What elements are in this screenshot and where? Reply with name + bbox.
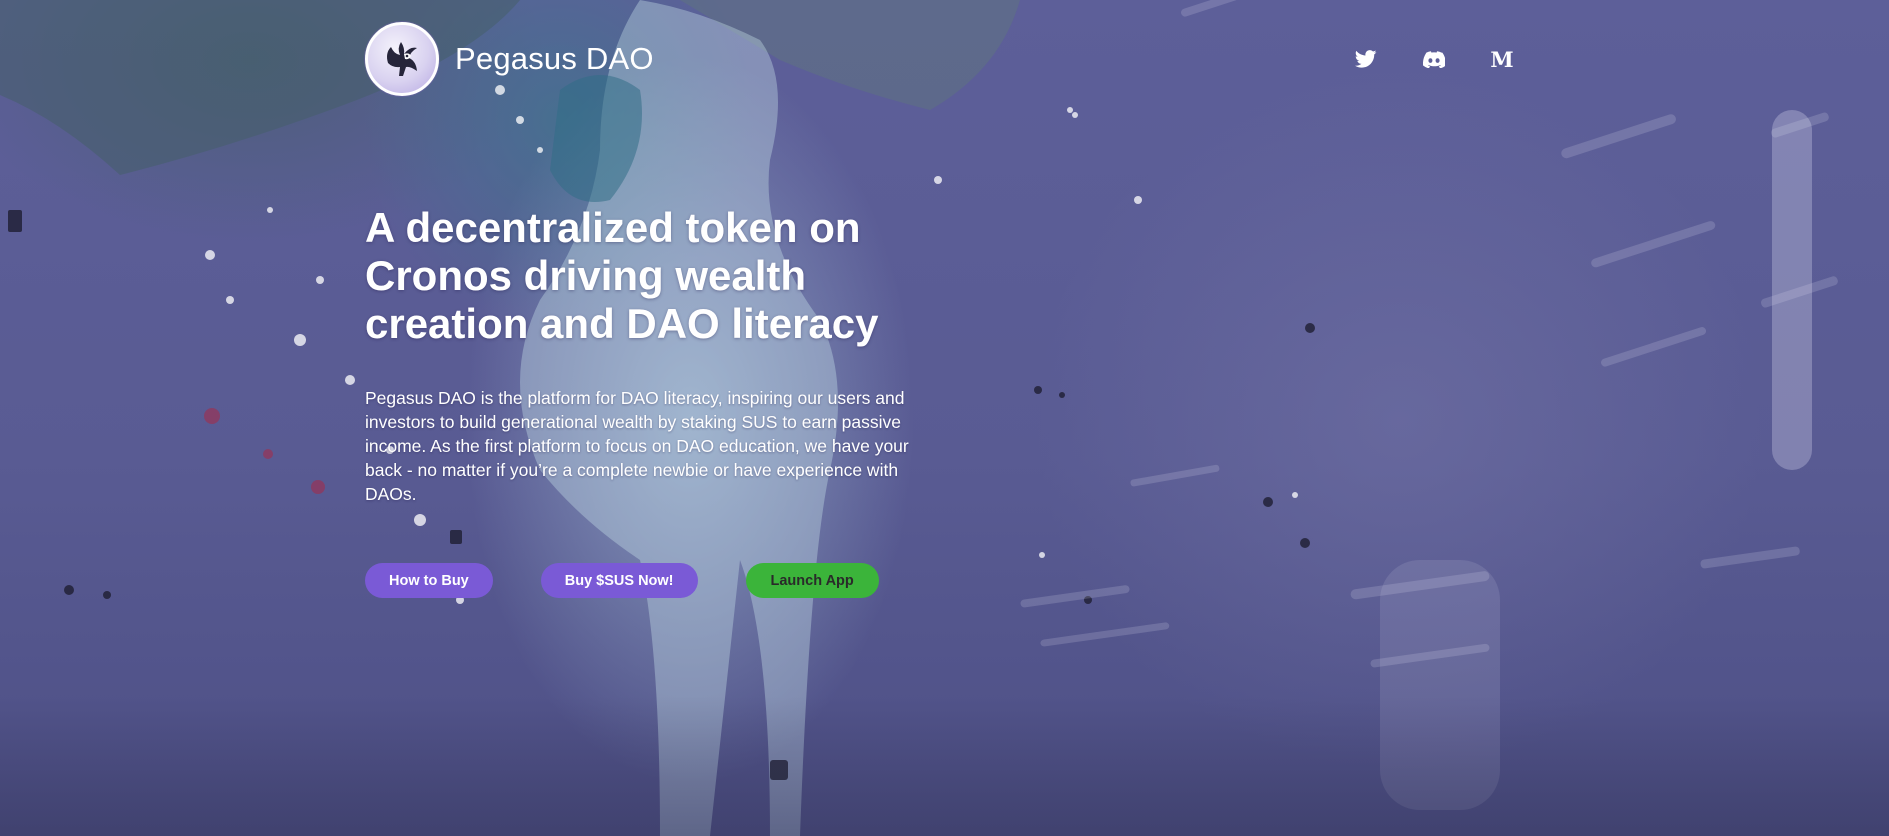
medium-icon: M <box>1490 46 1514 72</box>
buy-sus-button[interactable]: Buy $SUS Now! <box>540 563 698 598</box>
top-navbar: Pegasus DAO M <box>365 19 1520 99</box>
how-to-buy-button[interactable]: How to Buy <box>365 563 493 598</box>
medium-link[interactable]: M <box>1486 43 1518 75</box>
brand-name: Pegasus DAO <box>455 41 654 76</box>
pegasus-logo-icon <box>365 22 439 96</box>
discord-icon <box>1423 50 1445 68</box>
discord-link[interactable] <box>1418 43 1450 75</box>
social-links: M <box>1350 43 1520 75</box>
hero-description: Pegasus DAO is the platform for DAO lite… <box>365 388 909 504</box>
launch-app-button[interactable]: Launch App <box>745 563 879 598</box>
hero-content: A decentralized token on Cronos driving … <box>365 204 945 506</box>
twitter-link[interactable] <box>1350 43 1382 75</box>
brand-home-link[interactable]: Pegasus DAO <box>365 22 654 96</box>
hero-actions: How to Buy Buy $SUS Now! Launch App <box>365 563 879 598</box>
hero-headline: A decentralized token on Cronos driving … <box>365 204 879 347</box>
twitter-icon <box>1355 50 1377 68</box>
